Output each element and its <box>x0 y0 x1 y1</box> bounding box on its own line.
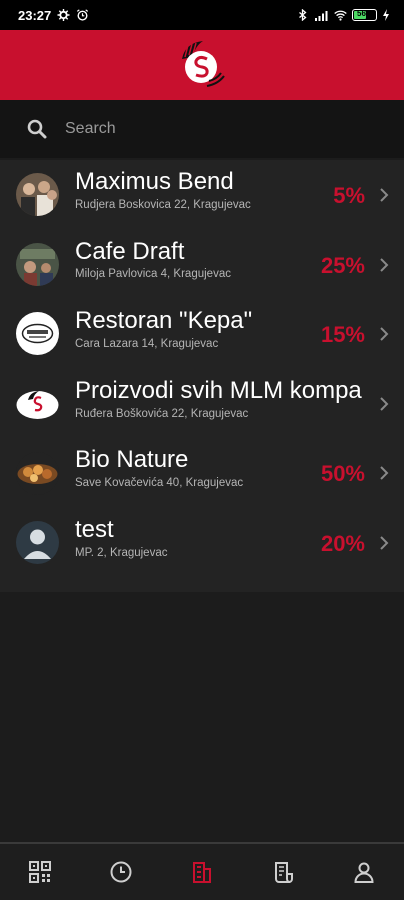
qr-code-icon <box>29 861 52 883</box>
battery-level: 56 <box>357 9 366 18</box>
default-user-icon <box>16 521 59 565</box>
photo-group-icon <box>16 173 59 217</box>
profile-icon <box>354 862 374 883</box>
status-time: 23:27 <box>18 7 52 23</box>
list-item[interactable]: Proizvodi svih MLM kompa Ruđera Bošković… <box>0 369 404 439</box>
merchant-list: Maximus Bend Rudjera Boskovica 22, Kragu… <box>0 160 404 592</box>
list-item[interactable]: Cafe Draft Miloja Pavlovica 4, Kragujeva… <box>0 230 404 300</box>
settings-icon <box>57 9 70 21</box>
chevron-right-icon <box>380 188 389 202</box>
chevron-right-icon <box>380 327 389 341</box>
merchant-name: Proizvodi svih MLM kompa <box>75 376 362 404</box>
photo-food-icon <box>16 451 59 495</box>
search-input[interactable] <box>65 120 365 138</box>
merchant-address: Rudjera Boskovica 22, Kragujevac <box>75 198 251 211</box>
discount-badge: 5% <box>333 183 365 208</box>
list-item[interactable]: test MP. 2, Kragujevac 20% <box>0 508 404 578</box>
nav-qr-code[interactable] <box>10 844 70 900</box>
charging-icon <box>383 9 389 21</box>
status-bar: 23:27 56 <box>0 0 404 30</box>
search-bar[interactable] <box>0 100 404 158</box>
clock-icon <box>110 861 132 883</box>
brand-logo-icon <box>16 382 59 425</box>
nav-receipts[interactable] <box>253 844 313 900</box>
wifi-icon <box>334 10 347 21</box>
battery-icon: 56 <box>352 9 377 21</box>
photo-cafe-icon <box>16 242 59 286</box>
spartan-logo-icon <box>182 41 225 87</box>
discount-badge: 15% <box>320 322 365 348</box>
list-item[interactable]: Maximus Bend Rudjera Boskovica 22, Kragu… <box>0 160 404 230</box>
app-header <box>0 30 404 100</box>
bottom-navigation <box>0 842 404 900</box>
chevron-right-icon <box>380 466 389 481</box>
alarm-icon <box>77 9 89 21</box>
chevron-right-icon <box>380 536 389 550</box>
merchant-name: Maximus Bend <box>75 168 234 195</box>
list-item[interactable]: Restoran "Kepa" Cara Lazara 14, Kragujev… <box>0 299 404 369</box>
bluetooth-icon <box>299 9 307 21</box>
discount-badge: 25% <box>320 252 365 278</box>
discount-badge: 50% <box>320 461 365 487</box>
store-list-icon <box>192 862 211 883</box>
nav-history[interactable] <box>91 844 151 900</box>
chevron-right-icon <box>380 257 389 272</box>
nav-stores[interactable] <box>172 844 232 900</box>
restaurant-logo-icon <box>16 312 59 356</box>
signal-icon <box>315 11 328 21</box>
nav-profile[interactable] <box>334 844 394 900</box>
receipt-icon <box>274 862 293 883</box>
chevron-right-icon <box>380 397 389 411</box>
discount-badge: 20% <box>320 530 365 556</box>
list-item[interactable]: Bio Nature Save Kovačevića 40, Kragujeva… <box>0 438 404 508</box>
merchant-address: Ruđera Boškovića 22, Kragujevac <box>75 407 249 420</box>
search-icon <box>27 119 47 139</box>
